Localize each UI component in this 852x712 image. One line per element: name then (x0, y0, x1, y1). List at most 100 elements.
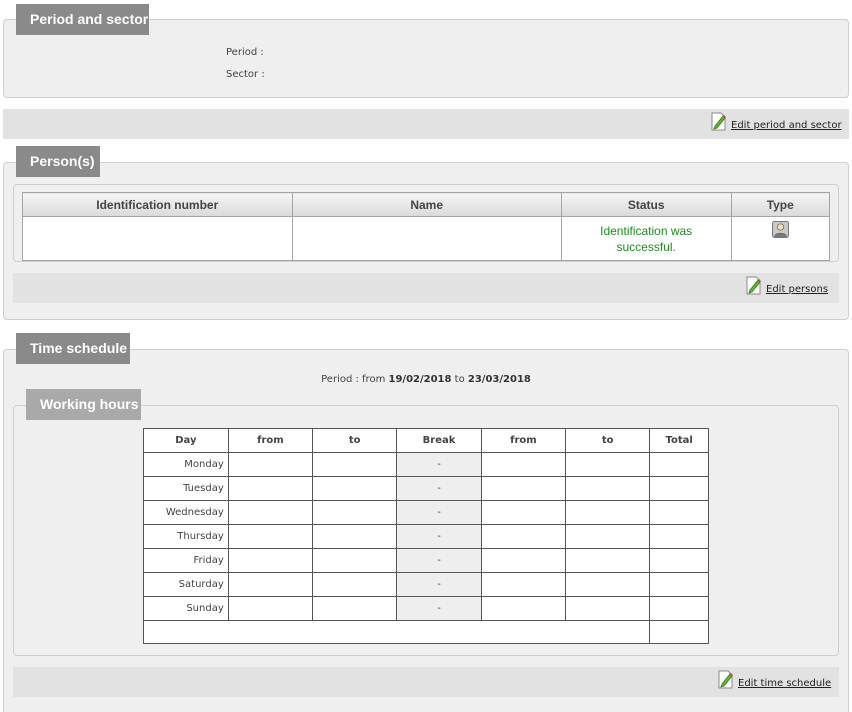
col-day: Day (143, 428, 229, 453)
break-cell: - (396, 500, 482, 525)
from-cell (227, 452, 314, 477)
to-cell (312, 596, 398, 621)
col-to-2: to (565, 428, 651, 453)
working-hours-title: Working hours (26, 389, 141, 420)
to-cell (565, 572, 651, 597)
day-cell: Monday (143, 452, 229, 477)
total-cell (649, 452, 709, 477)
col-from-2: from (480, 428, 567, 453)
to-cell (565, 524, 651, 549)
table-row: Tuesday - (143, 476, 709, 501)
to-cell (312, 452, 398, 477)
from-cell (480, 572, 567, 597)
time-schedule-title: Time schedule (16, 333, 130, 364)
table-row: Friday - (143, 548, 709, 573)
status-text: Identification was successful. (600, 223, 693, 254)
hours-total-row (142, 620, 709, 644)
edit-icon (717, 670, 735, 689)
to-cell (565, 452, 651, 477)
break-cell: - (396, 476, 482, 501)
col-break: Break (396, 428, 482, 453)
total-cell (649, 572, 709, 597)
table-row: Saturday - (143, 572, 709, 597)
table-row: Thursday - (143, 524, 709, 549)
to-cell (312, 572, 398, 597)
total-cell (649, 596, 709, 621)
period-prefix: Period : from (321, 374, 386, 385)
to-cell (312, 476, 398, 501)
persons-header-row: Identification number Name Status Type (22, 192, 830, 217)
person-name-cell (291, 216, 562, 261)
col-type[interactable]: Type (730, 192, 830, 217)
from-cell (227, 476, 314, 501)
persons-title: Person(s) (16, 146, 100, 177)
edit-persons-link[interactable]: Edit persons (745, 276, 828, 295)
to-cell (565, 476, 651, 501)
col-name[interactable]: Name (291, 192, 562, 217)
from-cell (480, 596, 567, 621)
from-cell (480, 548, 567, 573)
to-cell (565, 500, 651, 525)
day-cell: Sunday (143, 596, 229, 621)
persons-table: Identification number Name Status Type I… (22, 192, 830, 261)
from-cell (480, 476, 567, 501)
day-cell: Friday (143, 548, 229, 573)
from-cell (480, 500, 567, 525)
day-cell: Saturday (143, 572, 229, 597)
break-cell: - (396, 452, 482, 477)
edit-time-schedule-link[interactable]: Edit time schedule (717, 670, 831, 689)
period-label: Period : (226, 47, 264, 58)
period-to-date: 23/03/2018 (467, 374, 531, 385)
break-cell: - (396, 524, 482, 549)
person-type-cell (730, 216, 830, 261)
total-cell (649, 500, 709, 525)
hours-header-row: Day from to Break from to Total (143, 428, 709, 453)
edit-period-sector-link[interactable]: Edit period and sector (710, 112, 842, 131)
time-schedule-action-bar (13, 667, 839, 697)
from-cell (480, 452, 567, 477)
period-sector-title: Period and sector (16, 4, 149, 35)
sector-label: Sector : (226, 69, 265, 80)
total-cell (649, 476, 709, 501)
persons-action-bar (13, 273, 839, 303)
edit-persons-label: Edit persons (766, 284, 829, 295)
total-label-cell (142, 620, 651, 644)
from-cell (227, 500, 314, 525)
break-cell: - (396, 548, 482, 573)
edit-time-schedule-label: Edit time schedule (738, 678, 832, 689)
total-cell (649, 524, 709, 549)
break-cell: - (396, 596, 482, 621)
table-row[interactable]: Identification was successful. (22, 216, 830, 261)
total-cell (649, 548, 709, 573)
person-id-cell (22, 216, 293, 261)
to-cell (312, 500, 398, 525)
table-row: Monday - (143, 452, 709, 477)
col-to-1: to (312, 428, 398, 453)
period-from-date: 19/02/2018 (388, 374, 452, 385)
from-cell (227, 548, 314, 573)
to-cell (312, 524, 398, 549)
day-cell: Tuesday (143, 476, 229, 501)
break-cell: - (396, 572, 482, 597)
from-cell (227, 524, 314, 549)
edit-icon (745, 276, 763, 295)
col-total: Total (649, 428, 709, 453)
grand-total-cell (649, 620, 709, 644)
person-status-cell: Identification was successful. (560, 216, 732, 261)
table-row: Wednesday - (143, 500, 709, 525)
from-cell (227, 572, 314, 597)
edit-period-sector-label: Edit period and sector (731, 120, 842, 131)
from-cell (480, 524, 567, 549)
to-cell (565, 548, 651, 573)
working-hours-table: Day from to Break from to Total Monday -… (142, 428, 709, 644)
col-identification-number[interactable]: Identification number (22, 192, 293, 217)
to-cell (565, 596, 651, 621)
from-cell (227, 596, 314, 621)
period-to-word: to (454, 374, 465, 385)
day-cell: Wednesday (143, 500, 229, 525)
col-from-1: from (227, 428, 314, 453)
day-cell: Thursday (143, 524, 229, 549)
person-icon[interactable] (771, 221, 789, 241)
schedule-period: Period : from 19/02/2018 to 23/03/2018 (0, 374, 852, 385)
col-status[interactable]: Status (560, 192, 732, 217)
